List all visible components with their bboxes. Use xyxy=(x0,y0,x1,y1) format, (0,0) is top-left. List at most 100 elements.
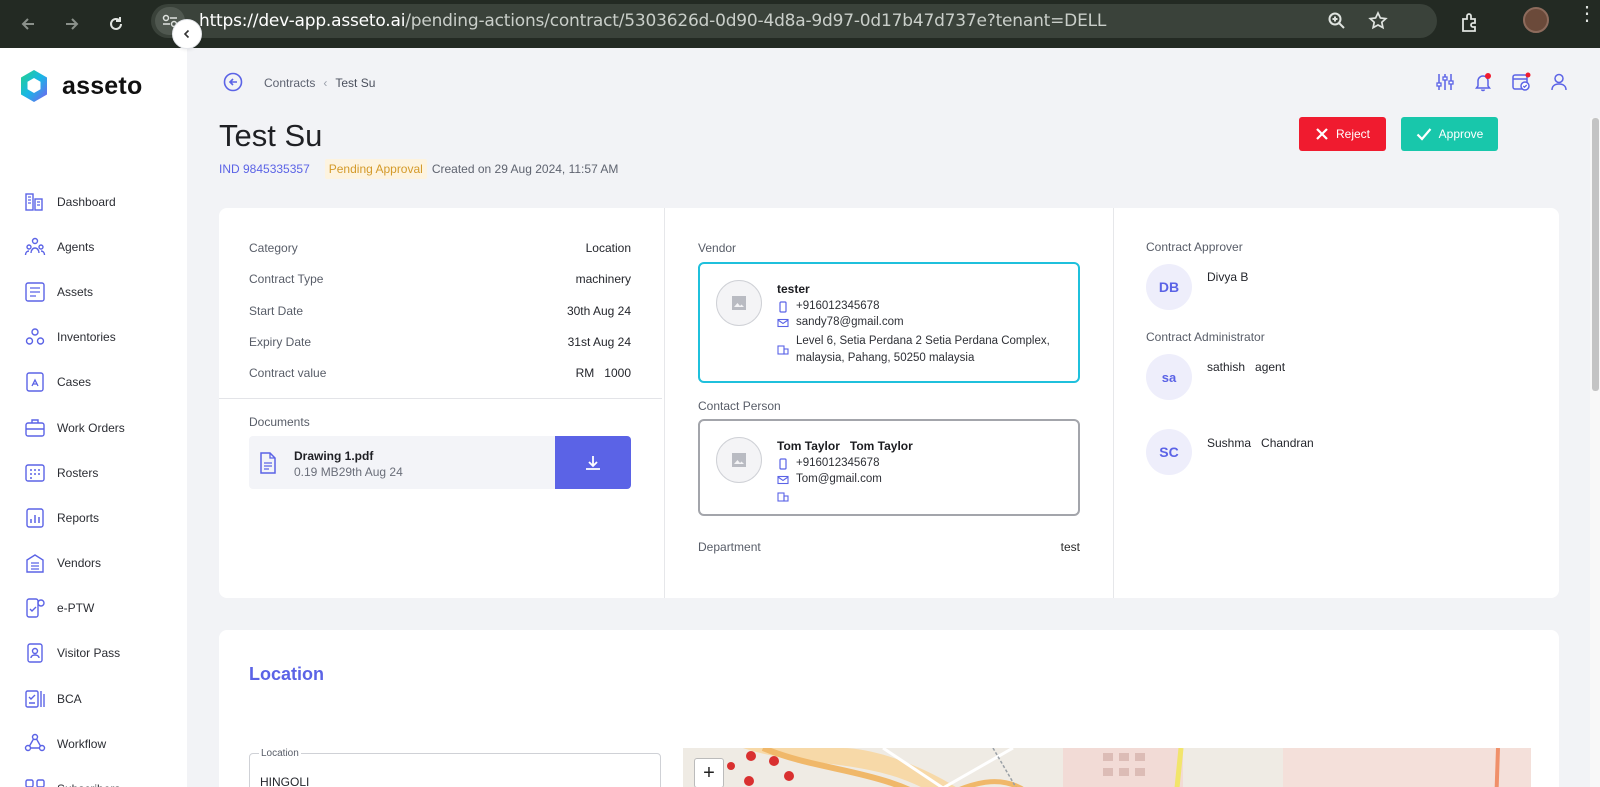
vendors-icon xyxy=(24,552,46,574)
download-button[interactable] xyxy=(555,436,631,489)
url-path: /pending-actions/contract/5303626d-0d90-… xyxy=(405,11,1107,31)
zoom-icon[interactable] xyxy=(1327,11,1347,36)
filters-icon[interactable] xyxy=(1435,72,1455,97)
workflow-icon xyxy=(24,733,46,755)
contact-person-card: Tom Taylor Tom Taylor +916012345678 Tom@… xyxy=(698,419,1080,516)
detail-value: RM 1000 xyxy=(575,366,631,380)
sidebar-item-reports[interactable]: Reports xyxy=(0,495,187,540)
detail-value: 31st Aug 24 xyxy=(567,335,631,349)
subscribers-icon xyxy=(24,778,46,787)
agents-icon xyxy=(24,236,46,258)
department-value: test xyxy=(1060,540,1080,554)
breadcrumb-separator-icon: ‹ xyxy=(323,76,328,90)
document-item[interactable]: Drawing 1.pdf 0.19 MB29th Aug 24 xyxy=(249,436,631,489)
sidebar-item-inventories[interactable]: Inventories xyxy=(0,315,187,360)
detail-row: Start Date 30th Aug 24 xyxy=(249,304,631,318)
sidebar-collapse-button[interactable] xyxy=(172,19,202,49)
bca-icon xyxy=(24,688,46,710)
location-field-value: HINGOLI xyxy=(260,775,310,787)
sidebar-item-agents[interactable]: Agents xyxy=(0,224,187,269)
sidebar-item-bca[interactable]: BCA xyxy=(0,676,187,721)
detail-value: machinery xyxy=(575,272,631,286)
browser-forward-icon[interactable] xyxy=(60,12,84,36)
page-scrollbar[interactable] xyxy=(1590,118,1600,787)
scrollbar-thumb[interactable] xyxy=(1592,118,1599,391)
contact-name: Tom Taylor Tom Taylor xyxy=(777,439,913,453)
contact-address xyxy=(777,489,796,502)
contract-administrator-label: Contract Administrator xyxy=(1146,330,1265,344)
admin-name: sathish agent xyxy=(1207,360,1286,374)
work-orders-icon xyxy=(24,417,46,439)
contact-person-label: Contact Person xyxy=(698,399,781,413)
inventories-icon xyxy=(24,326,46,348)
contract-approver-label: Contract Approver xyxy=(1146,240,1243,254)
approve-button[interactable]: Approve xyxy=(1401,117,1498,151)
eptw-icon xyxy=(24,597,46,619)
document-name: Drawing 1.pdf xyxy=(294,449,374,463)
sidebar-item-label: Assets xyxy=(57,284,94,299)
sidebar-item-label: Reports xyxy=(57,510,100,525)
column-divider xyxy=(1113,208,1114,598)
contact-avatar xyxy=(716,437,762,483)
browser-back-icon[interactable] xyxy=(16,12,40,36)
app-logo[interactable]: asseto xyxy=(18,68,142,104)
sidebar-item-rosters[interactable]: Rosters xyxy=(0,450,187,495)
location-section-title: Location xyxy=(249,664,324,684)
vendor-address: Level 6, Setia Perdana 2 Setia Perdana C… xyxy=(777,333,1050,367)
location-map[interactable]: + xyxy=(683,748,1531,787)
browser-reload-icon[interactable] xyxy=(104,12,128,36)
bookmark-star-icon[interactable] xyxy=(1368,11,1388,36)
phone-icon xyxy=(779,301,787,313)
sidebar-item-label: Work Orders xyxy=(57,420,125,435)
vendor-email: sandy78@gmail.com xyxy=(777,316,904,329)
sidebar-nav: Dashboard Agents Assets Inventories Cases Wor… xyxy=(0,179,187,787)
vendor-label: Vendor xyxy=(698,241,737,255)
contact-email: Tom@gmail.com xyxy=(777,473,882,486)
detail-row: Expiry Date 31st Aug 24 xyxy=(249,335,631,349)
map-zoom-in-button[interactable]: + xyxy=(694,758,724,787)
sidebar-item-assets[interactable]: Assets xyxy=(0,269,187,314)
notification-bell-icon[interactable] xyxy=(1473,72,1493,97)
building-icon xyxy=(777,345,789,355)
breadcrumb: Contracts ‹ Test Su xyxy=(264,76,375,90)
vendor-avatar xyxy=(716,280,762,326)
sidebar-item-workflow[interactable]: Workflow xyxy=(0,721,187,766)
location-field[interactable]: Location HINGOLI xyxy=(249,748,661,787)
section-divider xyxy=(219,398,662,399)
contract-id: IND 9845335357 xyxy=(219,162,310,176)
sidebar-item-subscribers[interactable]: Subscribers xyxy=(0,766,187,787)
mail-icon xyxy=(777,475,789,485)
back-arrow-icon[interactable] xyxy=(223,72,243,97)
chevron-left-icon xyxy=(183,29,190,39)
breadcrumb-contracts[interactable]: Contracts xyxy=(264,76,315,90)
detail-key: Contract Type xyxy=(249,272,324,286)
image-placeholder-icon xyxy=(732,296,746,310)
admin-avatar: sa xyxy=(1146,354,1192,400)
profile-avatar[interactable] xyxy=(1523,7,1549,33)
extensions-icon[interactable] xyxy=(1459,12,1481,39)
sidebar-item-label: Rosters xyxy=(57,465,99,480)
sidebar-item-label: Visitor Pass xyxy=(57,646,121,661)
sidebar-item-dashboard[interactable]: Dashboard xyxy=(0,179,187,224)
approve-label: Approve xyxy=(1438,127,1484,141)
sidebar-item-label: Dashboard xyxy=(57,194,116,209)
contract-meta: IND 9845335357 Pending Approval Created … xyxy=(219,159,618,179)
task-calendar-icon[interactable] xyxy=(1511,72,1531,97)
sidebar-item-e-ptw[interactable]: e-PTW xyxy=(0,586,187,631)
address-bar[interactable]: https://dev-app.asseto.ai/pending-action… xyxy=(151,4,1437,38)
sidebar-item-label: Vendors xyxy=(57,556,102,571)
sidebar-item-cases[interactable]: Cases xyxy=(0,360,187,405)
detail-key: Contract value xyxy=(249,366,327,380)
user-profile-icon[interactable] xyxy=(1549,72,1569,97)
admin-avatar: SC xyxy=(1146,429,1192,475)
building-icon xyxy=(777,492,789,502)
approver-avatar: DB xyxy=(1146,264,1192,310)
sidebar-item-work-orders[interactable]: Work Orders xyxy=(0,405,187,450)
sidebar-item-vendors[interactable]: Vendors xyxy=(0,541,187,586)
rosters-icon xyxy=(24,462,46,484)
browser-menu-icon[interactable]: ⋮ xyxy=(1577,4,1597,24)
file-icon xyxy=(260,452,276,474)
reject-button[interactable]: Reject xyxy=(1299,117,1386,151)
sidebar-item-visitor-pass[interactable]: Visitor Pass xyxy=(0,631,187,676)
close-icon xyxy=(1316,128,1328,140)
